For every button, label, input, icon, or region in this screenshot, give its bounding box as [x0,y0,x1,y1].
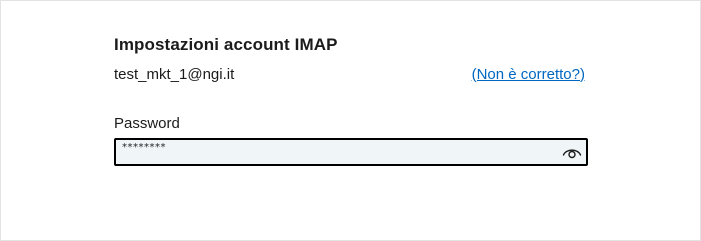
account-email: test_mkt_1@ngi.it [114,65,235,83]
reveal-password-button[interactable] [561,142,583,162]
password-value: ******** [122,142,166,153]
not-correct-link[interactable]: (Non è corretto?) [472,66,585,83]
page-title: Impostazioni account IMAP [114,35,338,54]
imap-settings-panel: Impostazioni account IMAP test_mkt_1@ngi… [114,35,588,166]
eye-icon [562,149,582,159]
password-label: Password [114,115,180,132]
account-row: test_mkt_1@ngi.it (Non è corretto?) [114,64,588,84]
dialog-frame: Impostazioni account IMAP test_mkt_1@ngi… [0,0,701,241]
password-field[interactable]: ******** [114,138,588,166]
